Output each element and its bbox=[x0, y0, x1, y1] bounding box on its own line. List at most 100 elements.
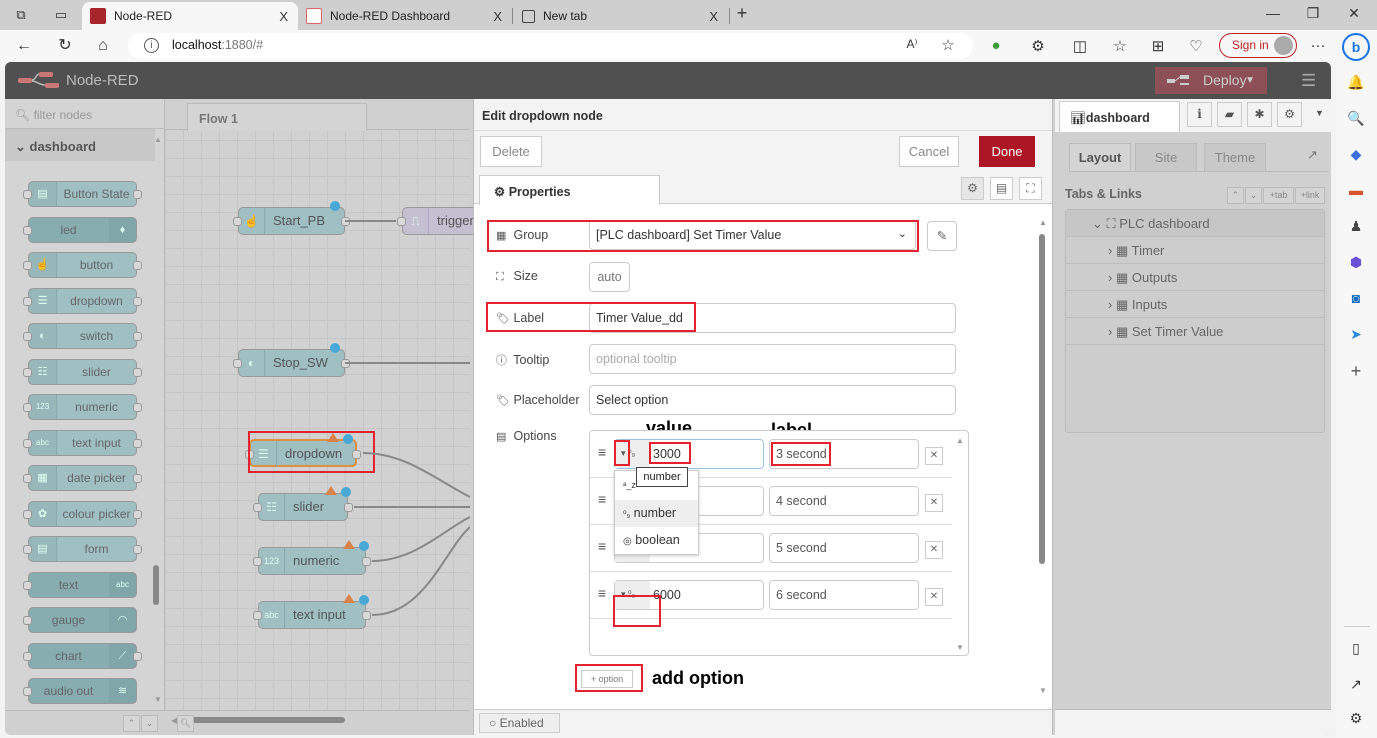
info-icon[interactable]: i bbox=[1187, 102, 1212, 127]
favorite-star-icon[interactable]: ☆ bbox=[938, 36, 958, 54]
extension-globe-icon[interactable]: ● bbox=[986, 37, 1006, 54]
palette-node-form[interactable]: ▤ form bbox=[23, 536, 142, 562]
new-tab-button[interactable]: + bbox=[732, 3, 752, 24]
cancel-button[interactable]: Cancel bbox=[899, 136, 959, 167]
node-settings-gear-icon[interactable]: ⚙ bbox=[961, 177, 984, 200]
sign-in-button[interactable]: Sign in bbox=[1219, 33, 1297, 58]
back-icon[interactable]: ← bbox=[14, 36, 34, 56]
remove-option-icon[interactable]: ✕ bbox=[925, 494, 943, 512]
collapse-icon[interactable]: ⌃ bbox=[1227, 187, 1244, 204]
palette-node-colour-picker[interactable]: ✿ colour picker bbox=[23, 500, 142, 527]
option-label-input[interactable]: 6 second bbox=[769, 580, 919, 610]
drag-handle-icon[interactable]: ≡ bbox=[598, 538, 606, 554]
horizontal-scrollbar[interactable] bbox=[185, 717, 345, 723]
drag-handle-icon[interactable]: ≡ bbox=[598, 585, 606, 601]
read-aloud-icon[interactable]: A⁾ bbox=[902, 37, 922, 51]
close-tab-icon[interactable]: X bbox=[493, 9, 502, 24]
appearance-icon[interactable]: ⛶ bbox=[1019, 177, 1042, 200]
done-button[interactable]: Done bbox=[979, 136, 1035, 167]
palette-node-switch[interactable]: ◐ switch bbox=[23, 323, 142, 349]
browser-tab-new[interactable]: New tab X bbox=[514, 2, 728, 30]
open-dashboard-external-icon[interactable]: ↗ bbox=[1307, 147, 1318, 163]
palette-node-date-picker[interactable]: ▦ date picker bbox=[23, 465, 142, 491]
debug-bug-icon[interactable]: ✱ bbox=[1247, 102, 1272, 127]
subtab-site[interactable]: Site bbox=[1135, 143, 1197, 172]
tab-actions-icon[interactable]: ▭ bbox=[52, 6, 70, 24]
refresh-icon[interactable]: ↻ bbox=[55, 36, 75, 56]
close-tab-icon[interactable]: X bbox=[709, 9, 718, 24]
tree-group-inputs[interactable]: › ▦ Inputs bbox=[1066, 291, 1324, 318]
deploy-button[interactable]: Deploy ▼ bbox=[1155, 67, 1267, 94]
palette-node-audio-out[interactable]: ≋ audio out bbox=[23, 678, 137, 704]
delete-button[interactable]: Delete bbox=[480, 136, 542, 167]
palette-node-text-input[interactable]: abc text input bbox=[23, 429, 142, 456]
split-screen-icon[interactable]: ◫ bbox=[1070, 37, 1090, 55]
enabled-toggle[interactable]: ○ Enabled bbox=[479, 713, 560, 733]
main-menu-icon[interactable]: ☰ bbox=[1301, 72, 1319, 89]
add-tab-button[interactable]: +tab bbox=[1263, 187, 1294, 204]
close-tab-icon[interactable]: X bbox=[279, 9, 288, 24]
tree-group-outputs[interactable]: › ▦ Outputs bbox=[1066, 264, 1324, 291]
microsoft-365-icon[interactable]: ⬢ bbox=[1346, 252, 1366, 272]
config-gear-icon[interactable]: ⚙ bbox=[1277, 102, 1302, 127]
games-icon[interactable]: ♟ bbox=[1346, 216, 1366, 236]
palette-node-dropdown[interactable]: ☰ dropdown bbox=[23, 287, 142, 314]
search-flows-icon[interactable]: 🔍︎ bbox=[177, 715, 194, 732]
extensions-icon[interactable]: ⚙ bbox=[1028, 37, 1048, 55]
home-icon[interactable]: ⌂ bbox=[93, 36, 113, 56]
deploy-dropdown-caret-icon[interactable]: ▼ bbox=[1245, 67, 1255, 94]
sidebar-menu-caret-icon[interactable]: ▼ bbox=[1307, 102, 1331, 127]
restore-icon[interactable]: ❐ bbox=[1303, 5, 1323, 22]
palette-node-numeric[interactable]: 123 numeric bbox=[23, 394, 142, 420]
tray-scrollbar[interactable] bbox=[1039, 234, 1045, 564]
palette-node-text[interactable]: abc text bbox=[23, 571, 137, 598]
browser-tab-node-red[interactable]: Node-RED X bbox=[82, 2, 298, 30]
palette-node-led[interactable]: ♦ led bbox=[23, 216, 137, 243]
description-document-icon[interactable]: ▤ bbox=[990, 177, 1013, 200]
tab-dashboard[interactable]: 📊︎dashboard bbox=[1059, 101, 1180, 132]
type-option-boolean[interactable]: ◎ boolean bbox=[615, 527, 698, 554]
palette-scroll-down-icon[interactable]: ▼ bbox=[154, 695, 162, 704]
browser-essentials-icon[interactable]: ♡ bbox=[1186, 37, 1206, 55]
tree-group-set-timer-value[interactable]: › ▦ Set Timer Value bbox=[1066, 318, 1324, 345]
tree-tab-plc-dashboard[interactable]: ⌄ ⛶ PLC dashboard bbox=[1066, 210, 1324, 237]
add-link-button[interactable]: +link bbox=[1295, 187, 1325, 204]
option-label-input[interactable]: 4 second bbox=[769, 486, 919, 516]
collapse-all-icon[interactable]: ⌃ bbox=[123, 715, 140, 732]
open-external-icon[interactable]: ↗ bbox=[1346, 674, 1366, 694]
palette-scroll-up-icon[interactable]: ▲ bbox=[154, 135, 162, 144]
tooltip-input[interactable]: optional tooltip bbox=[589, 344, 956, 374]
minimize-icon[interactable]: — bbox=[1263, 5, 1283, 21]
tray-scroll-up-icon[interactable]: ▲ bbox=[1039, 218, 1047, 227]
options-scroll-up-icon[interactable]: ▲ bbox=[956, 436, 964, 445]
telegram-icon[interactable]: ➤ bbox=[1346, 324, 1366, 344]
palette-node-chart[interactable]: ⟋ chart bbox=[23, 642, 142, 669]
options-scroll-down-icon[interactable]: ▼ bbox=[956, 643, 964, 652]
help-book-icon[interactable]: ▰ bbox=[1217, 102, 1242, 127]
copilot-icon[interactable]: b bbox=[1342, 33, 1370, 61]
palette-node-gauge[interactable]: ◠ gauge bbox=[23, 607, 137, 633]
type-option-number[interactable]: ⁰₉ number bbox=[615, 500, 698, 527]
remove-option-icon[interactable]: ✕ bbox=[925, 588, 943, 606]
search-icon[interactable]: 🔍 bbox=[1346, 108, 1366, 128]
flow-workspace[interactable]: Flow 1 ☝ Start_PB ⎍ trigger ◐ Stop_SW ☰ … bbox=[165, 99, 482, 735]
placeholder-input[interactable]: Select option bbox=[589, 385, 956, 415]
drag-handle-icon[interactable]: ≡ bbox=[598, 444, 606, 460]
notifications-bell-icon[interactable]: 🔔 bbox=[1346, 72, 1366, 92]
expand-icon[interactable]: ⌄ bbox=[1245, 187, 1262, 204]
shopping-tag-icon[interactable]: ◆ bbox=[1346, 144, 1366, 164]
expand-all-icon[interactable]: ⌄ bbox=[141, 715, 158, 732]
palette-node-slider[interactable]: ☷ slider bbox=[23, 358, 142, 385]
drag-handle-icon[interactable]: ≡ bbox=[598, 491, 606, 507]
tree-group-timer[interactable]: › ▦ Timer bbox=[1066, 237, 1324, 264]
edit-group-pencil-icon[interactable]: ✎ bbox=[927, 221, 957, 251]
filter-nodes-input[interactable]: 🔍︎ filter nodes bbox=[5, 99, 165, 129]
palette-node-button-state[interactable]: ▤ Button State bbox=[23, 181, 142, 207]
close-window-icon[interactable]: ✕ bbox=[1344, 5, 1364, 22]
tab-properties[interactable]: ⚙ Properties bbox=[479, 175, 660, 205]
size-button[interactable]: auto bbox=[589, 262, 630, 292]
browser-tab-dashboard[interactable]: Node-RED Dashboard X bbox=[298, 2, 512, 30]
collections-icon[interactable]: ⊞ bbox=[1148, 37, 1168, 55]
add-sidebar-app-icon[interactable]: + bbox=[1346, 361, 1366, 381]
palette-scrollbar[interactable] bbox=[153, 565, 159, 605]
